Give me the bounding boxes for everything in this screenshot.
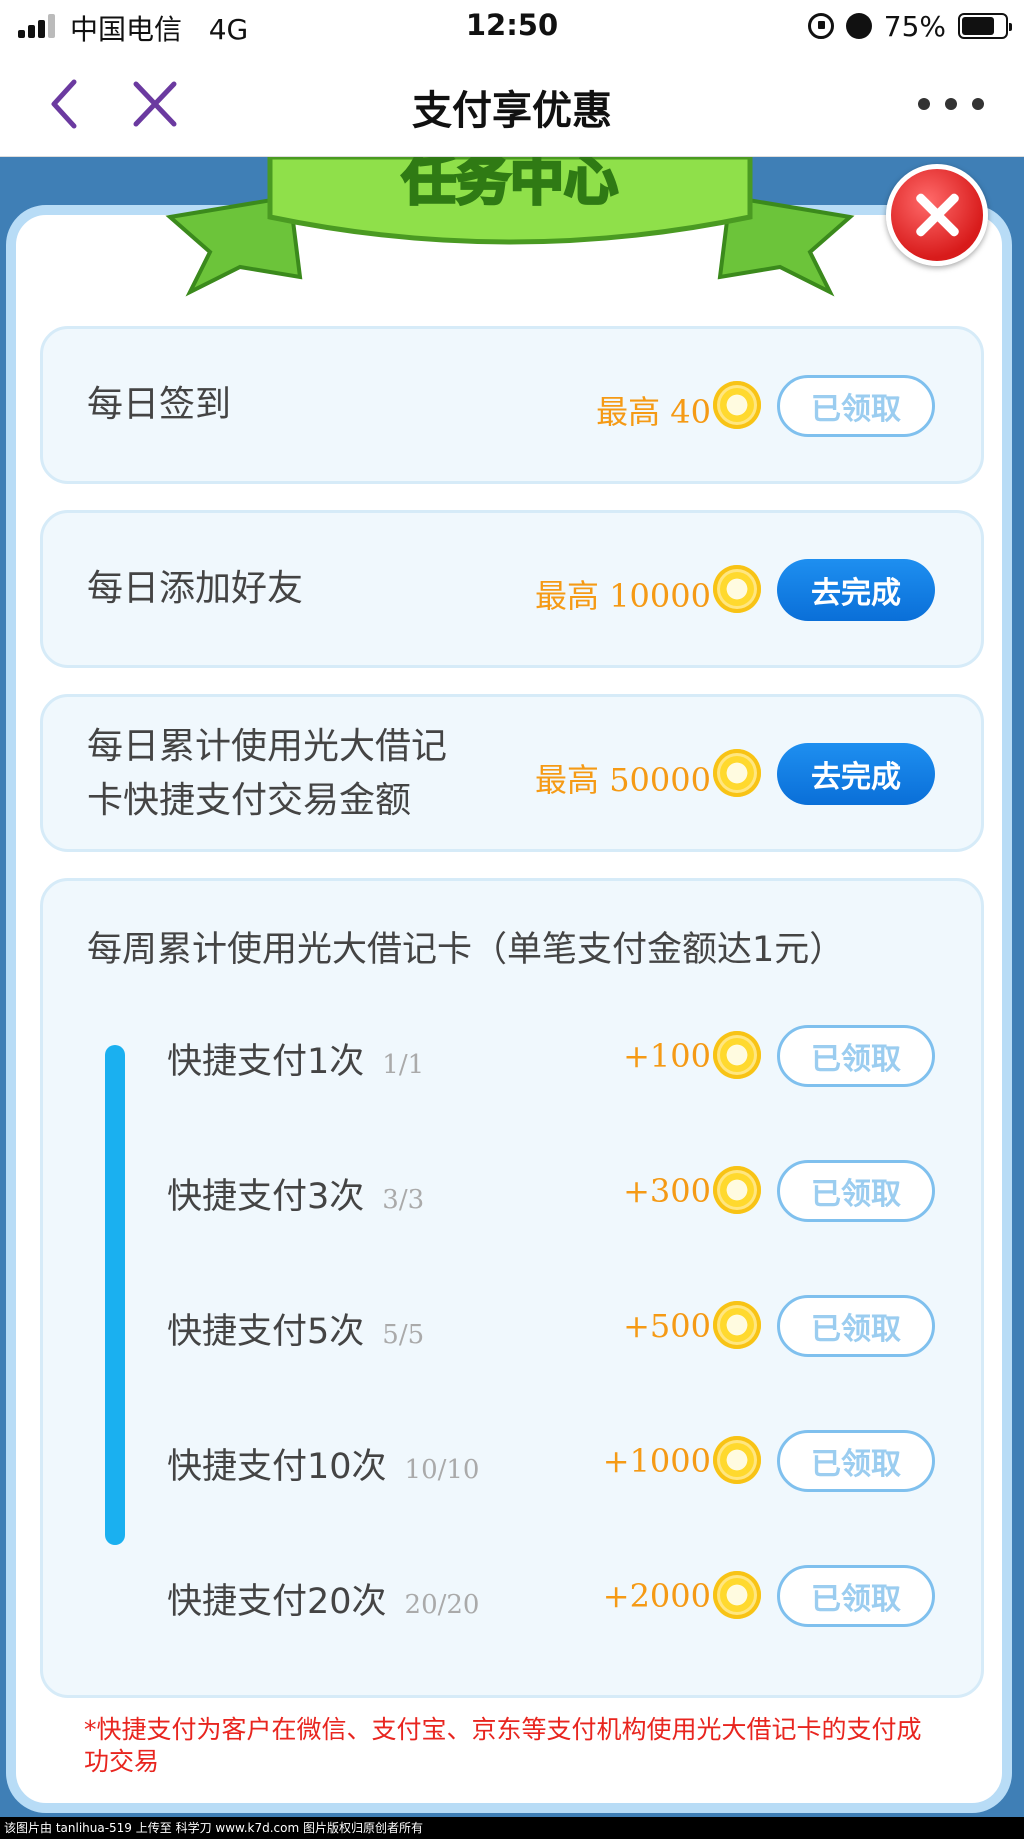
task-card-daily-signin: 每日签到 最高 40 已领取	[40, 326, 984, 484]
task-card-add-friends: 每日添加好友 最高 10000 去完成	[40, 510, 984, 668]
go-complete-button[interactable]: 去完成	[777, 743, 935, 805]
task-name: 每日签到	[87, 384, 232, 425]
weekly-progress-bar	[105, 1045, 125, 1545]
weekly-title: 每周累计使用光大借记卡（单笔支付金额达1元）	[87, 930, 845, 970]
row-progress: 20/20	[404, 1590, 480, 1620]
coin-icon	[713, 749, 761, 797]
row-name: 快捷支付3次	[167, 1177, 365, 1217]
weekly-row-label: 快捷支付5次 5/5	[167, 1303, 424, 1354]
coin-icon	[713, 381, 761, 429]
row-progress: 1/1	[382, 1050, 425, 1080]
row-name: 快捷支付20次	[167, 1582, 387, 1622]
task-name-line1: 每日累计使用光大借记	[87, 726, 448, 767]
task-reward: 最高 40	[596, 393, 711, 431]
task-reward: 最高 10000	[535, 577, 711, 615]
battery-percent: 75%	[883, 9, 946, 43]
task-name: 每日添加好友	[87, 568, 304, 609]
weekly-row-label: 快捷支付20次 20/20	[167, 1573, 479, 1624]
more-dots-icon[interactable]	[918, 82, 984, 126]
modal-close-button[interactable]	[886, 164, 988, 266]
banner-title: 任务中心	[402, 157, 618, 212]
watermark-text: 该图片由 tanlihua-519 上传至 科学刀 www.k7d.com 图片…	[0, 1817, 1024, 1839]
coin-icon	[713, 565, 761, 613]
coin-icon	[713, 1571, 761, 1619]
rotation-lock-icon	[807, 13, 834, 39]
chevron-left-icon[interactable]	[44, 74, 88, 134]
weekly-task-card: 每周累计使用光大借记卡（单笔支付金额达1元） 快捷支付1次 1/1 +100 已领…	[40, 878, 984, 1698]
row-progress: 10/10	[404, 1455, 480, 1485]
status-bar: 中国电信 4G 12:50 75%	[0, 0, 1024, 52]
weekly-row-label: 快捷支付10次 10/10	[167, 1438, 479, 1489]
task-reward: 最高 50000	[535, 761, 711, 799]
alarm-icon	[845, 13, 872, 39]
row-progress: 3/3	[382, 1185, 425, 1215]
task-name-line2: 卡快捷支付交易金额	[87, 780, 412, 821]
coin-icon	[713, 1436, 761, 1484]
coin-icon	[713, 1301, 761, 1349]
go-complete-button[interactable]: 去完成	[777, 559, 935, 621]
row-name: 快捷支付5次	[167, 1312, 365, 1352]
task-card-daily-payment: 每日累计使用光大借记 卡快捷支付交易金额 最高 50000 去完成	[40, 694, 984, 852]
weekly-row-label: 快捷支付1次 1/1	[167, 1033, 424, 1084]
row-reward: +2000	[602, 1577, 711, 1615]
battery-icon	[958, 13, 1012, 39]
task-center-banner: 任务中心	[165, 157, 855, 297]
row-progress: 5/5	[382, 1320, 425, 1350]
claimed-button[interactable]: 已领取	[777, 1565, 935, 1627]
row-name: 快捷支付1次	[167, 1042, 365, 1082]
row-reward: +500	[623, 1307, 711, 1345]
footnote: *快捷支付为客户在微信、支付宝、京东等支付机构使用光大借记卡的支付成功交易	[84, 1715, 922, 1776]
row-reward: +1000	[602, 1442, 711, 1480]
row-reward: +300	[623, 1172, 711, 1210]
coin-icon	[713, 1031, 761, 1079]
nav-bar: 支付享优惠	[0, 52, 1024, 157]
claimed-button[interactable]: 已领取	[777, 375, 935, 437]
weekly-row-label: 快捷支付3次 3/3	[167, 1168, 424, 1219]
coin-icon	[713, 1166, 761, 1214]
claimed-button[interactable]: 已领取	[777, 1295, 935, 1357]
row-reward: +100	[623, 1037, 711, 1075]
claimed-button[interactable]: 已领取	[777, 1160, 935, 1222]
claimed-button[interactable]: 已领取	[777, 1430, 935, 1492]
status-right: 75%	[807, 8, 1012, 44]
close-icon[interactable]	[130, 74, 180, 134]
row-name: 快捷支付10次	[167, 1447, 387, 1487]
claimed-button[interactable]: 已领取	[777, 1025, 935, 1087]
